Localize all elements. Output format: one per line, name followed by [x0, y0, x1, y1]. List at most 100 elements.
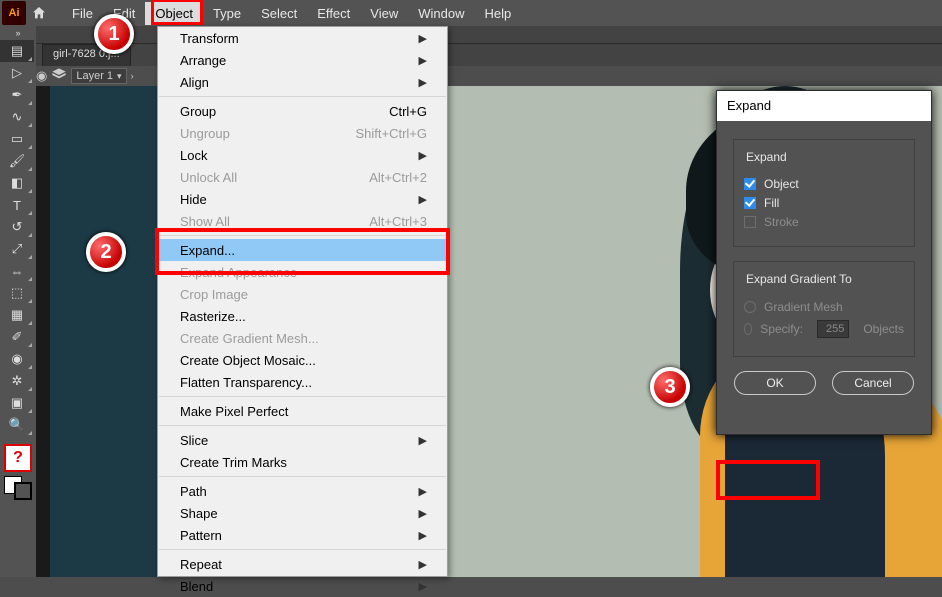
collapse-toolbar-icon[interactable]: »	[0, 26, 36, 40]
menu-item-view[interactable]: View	[360, 2, 408, 25]
fill-checkbox[interactable]	[744, 197, 756, 209]
shape-builder-tool[interactable]: ⬚	[0, 282, 34, 304]
submenu-arrow-icon: ▶	[419, 76, 427, 89]
rotate-tool[interactable]: ↺	[0, 216, 34, 238]
selection-tool[interactable]: ▤	[0, 40, 34, 62]
menu-item-unlock-all: Unlock AllAlt+Ctrl+2	[158, 166, 447, 188]
menu-item-label: Pattern	[180, 528, 222, 543]
cancel-button[interactable]: Cancel	[832, 371, 914, 395]
zoom-tool[interactable]: 🔍	[0, 414, 34, 436]
stroke-checkbox-label: Stroke	[764, 215, 799, 229]
dialog-title: Expand	[717, 91, 931, 121]
fill-checkbox-row[interactable]: Fill	[744, 196, 904, 210]
pen-tool[interactable]: ✒	[0, 84, 34, 106]
curvature-tool[interactable]: ∿	[0, 106, 34, 128]
menu-item-path[interactable]: Path▶	[158, 480, 447, 502]
paintbrush-tool[interactable]: 🖌	[0, 150, 34, 172]
gradient-mesh-label: Gradient Mesh	[764, 300, 843, 314]
scale-tool[interactable]: ⤢	[0, 238, 34, 260]
stroke-checkbox	[744, 216, 756, 228]
artboard-tool[interactable]: ▣	[0, 392, 34, 414]
blend-tool[interactable]: ◉	[0, 348, 34, 370]
tools-panel: » ▤▷✒ ∿ ▭ 🖌 ◧T ↺ ⤢⇔⬚▦✐ ◉ ✲ ▣ 🔍 ?	[0, 26, 36, 577]
gradient-tool[interactable]: ▦	[0, 304, 34, 326]
width-tool[interactable]: ⇔	[0, 260, 34, 282]
specify-input: 255	[817, 320, 849, 338]
menu-item-type[interactable]: Type	[203, 2, 251, 25]
zoom-tool-icon: 🔍	[9, 417, 25, 433]
submenu-arrow-icon: ▶	[419, 32, 427, 45]
expand-section-header: Expand	[742, 150, 791, 164]
menu-item-blend[interactable]: Blend▶	[158, 575, 447, 597]
blend-tool-icon: ◉	[11, 351, 22, 367]
object-checkbox-label: Object	[764, 177, 799, 191]
layers-icon[interactable]	[51, 67, 67, 86]
type-tool[interactable]: T	[0, 194, 34, 216]
symbol-sprayer-tool-icon: ✲	[12, 373, 23, 389]
menu-item-make-pixel-perfect[interactable]: Make Pixel Perfect	[158, 400, 447, 422]
expand-section: Expand Object Fill Stroke	[733, 139, 915, 247]
menu-item-shape[interactable]: Shape▶	[158, 502, 447, 524]
rotate-tool-icon: ↺	[12, 219, 23, 235]
menu-item-arrange[interactable]: Arrange▶	[158, 49, 447, 71]
menu-item-file[interactable]: File	[62, 2, 103, 25]
menu-item-crop-image: Crop Image	[158, 283, 447, 305]
visibility-icon[interactable]: ◉	[36, 68, 47, 84]
menu-item-lock[interactable]: Lock▶	[158, 144, 447, 166]
menu-item-window[interactable]: Window	[408, 2, 474, 25]
menu-item-group[interactable]: GroupCtrl+G	[158, 100, 447, 122]
menu-item-label: Expand Appearance	[180, 265, 297, 280]
rectangle-tool-icon: ▭	[11, 131, 23, 147]
menu-separator	[159, 235, 446, 236]
menu-item-flatten-transparency[interactable]: Flatten Transparency...	[158, 371, 447, 393]
menu-item-expand[interactable]: Expand...	[158, 239, 447, 261]
object-checkbox[interactable]	[744, 178, 756, 190]
menu-item-select[interactable]: Select	[251, 2, 307, 25]
menu-item-label: Blend	[180, 579, 213, 594]
menu-item-label: Repeat	[180, 557, 222, 572]
stroke-swatch[interactable]	[14, 482, 32, 500]
menu-item-slice[interactable]: Slice▶	[158, 429, 447, 451]
symbol-sprayer-tool[interactable]: ✲	[0, 370, 34, 392]
eraser-tool[interactable]: ◧	[0, 172, 34, 194]
menu-item-create-object-mosaic[interactable]: Create Object Mosaic...	[158, 349, 447, 371]
menu-item-hide[interactable]: Hide▶	[158, 188, 447, 210]
specify-suffix: Objects	[863, 322, 904, 336]
menu-item-align[interactable]: Align▶	[158, 71, 447, 93]
eyedropper-tool[interactable]: ✐	[0, 326, 34, 348]
menu-item-help[interactable]: Help	[474, 2, 521, 25]
expand-dialog: Expand Expand Object Fill Stroke Expand …	[716, 90, 932, 435]
layer-dropdown-bar: ◉ Layer 1 ▾ ›	[36, 66, 156, 86]
menu-item-label: Flatten Transparency...	[180, 375, 312, 390]
menu-item-rasterize[interactable]: Rasterize...	[158, 305, 447, 327]
menu-separator	[159, 96, 446, 97]
menu-item-label: Show All	[180, 214, 230, 229]
rectangle-tool[interactable]: ▭	[0, 128, 34, 150]
menu-separator	[159, 549, 446, 550]
menu-item-create-trim-marks[interactable]: Create Trim Marks	[158, 451, 447, 473]
menu-item-repeat[interactable]: Repeat ▶	[158, 553, 447, 575]
artboard-tool-icon: ▣	[11, 395, 23, 411]
submenu-arrow-icon: ▶	[419, 558, 427, 571]
home-icon[interactable]	[26, 0, 52, 26]
menu-item-transform[interactable]: Transform▶	[158, 27, 447, 49]
curvature-tool-icon: ∿	[12, 109, 23, 125]
app-logo: Ai	[2, 1, 26, 25]
menu-item-object[interactable]: Object	[145, 2, 203, 25]
chevron-down-icon: ▾	[117, 71, 122, 82]
paintbrush-tool-icon: 🖌	[9, 153, 26, 169]
menu-item-pattern[interactable]: Pattern▶	[158, 524, 447, 546]
unknown-fill-icon[interactable]: ?	[4, 444, 32, 472]
chevron-right-icon[interactable]: ›	[131, 71, 134, 81]
fill-stroke-swatch[interactable]	[4, 476, 32, 500]
menu-item-label: Slice	[180, 433, 208, 448]
ok-button[interactable]: OK	[734, 371, 816, 395]
menu-item-label: Expand...	[180, 243, 235, 258]
layer-name-dropdown[interactable]: Layer 1 ▾	[71, 68, 126, 84]
menu-item-expand-appearance: Expand Appearance	[158, 261, 447, 283]
specify-radio-row: Specify: 255 Objects	[744, 320, 904, 338]
object-checkbox-row[interactable]: Object	[744, 177, 904, 191]
menu-item-effect[interactable]: Effect	[307, 2, 360, 25]
direct-selection-tool[interactable]: ▷	[0, 62, 34, 84]
menubar: Ai FileEditObjectTypeSelectEffectViewWin…	[0, 0, 942, 26]
